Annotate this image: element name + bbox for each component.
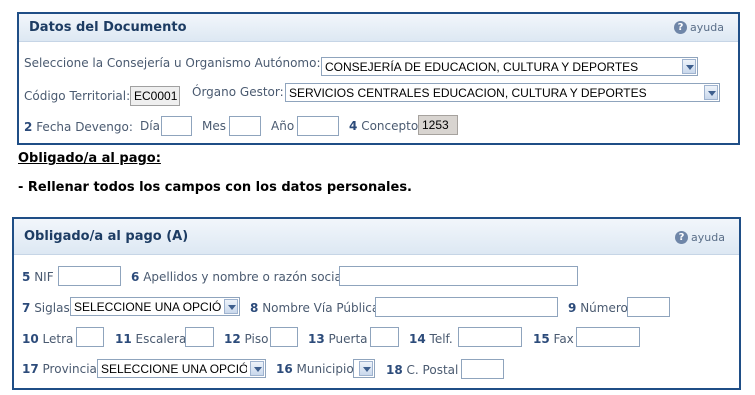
concepto-label: 4 Concepto bbox=[349, 119, 418, 133]
municipio-label: 16 Municipio bbox=[276, 362, 354, 376]
dia-input[interactable] bbox=[161, 116, 192, 136]
field-number: 9 bbox=[568, 301, 577, 315]
codigo-territorial-field[interactable]: EC0001 bbox=[130, 86, 180, 106]
field-number: 12 bbox=[224, 332, 241, 346]
piso-label: 12 Piso bbox=[224, 332, 268, 346]
field-label: Siglas bbox=[34, 301, 70, 315]
help-label: ayuda bbox=[691, 231, 725, 244]
field-label: Nombre Vía Pública bbox=[262, 301, 380, 315]
provincia-label: 17 Provincia bbox=[22, 362, 97, 376]
field-label: Concepto bbox=[361, 119, 419, 133]
consejeria-label: Seleccione la Consejería u Organismo Aut… bbox=[24, 56, 321, 70]
field-label: C. Postal bbox=[406, 363, 459, 377]
help-link[interactable]: ? ayuda bbox=[675, 231, 725, 244]
help-icon: ? bbox=[674, 21, 688, 34]
siglas-label: 7 Siglas bbox=[22, 301, 70, 315]
fecha-devengo-label: 2 Fecha Devengo: bbox=[24, 120, 133, 134]
panel-header: Obligado/a al pago (A) ? ayuda bbox=[14, 219, 739, 255]
anio-label: Año bbox=[271, 119, 295, 133]
municipio-select[interactable] bbox=[353, 359, 375, 378]
field-label: Apellidos y nombre o razón social bbox=[143, 270, 346, 284]
siglas-value: SELECCIONE UNA OPCIÓN bbox=[74, 300, 221, 314]
field-number: 18 bbox=[386, 363, 403, 377]
help-label: ayuda bbox=[690, 21, 724, 34]
apellidos-label: 6 Apellidos y nombre o razón social bbox=[131, 270, 345, 284]
provincia-value: SELECCIONE UNA OPCIÓN bbox=[101, 362, 247, 376]
field-number: 15 bbox=[533, 332, 550, 346]
field-label: Piso bbox=[244, 332, 269, 346]
field-label: Número bbox=[580, 301, 628, 315]
field-label: Fecha Devengo: bbox=[36, 120, 133, 134]
field-number: 5 bbox=[22, 270, 31, 284]
field-label: Provincia bbox=[42, 362, 97, 376]
field-number: 16 bbox=[276, 362, 293, 376]
field-number: 6 bbox=[131, 270, 140, 284]
anio-input[interactable] bbox=[297, 116, 339, 136]
field-label: Puerta bbox=[328, 332, 368, 346]
instruction-text: - Rellenar todos los campos con los dato… bbox=[18, 180, 412, 195]
panel-header: Datos del Documento ? ayuda bbox=[19, 14, 738, 42]
field-label: Telf. bbox=[429, 332, 453, 346]
field-number: 17 bbox=[22, 362, 39, 376]
consejeria-select[interactable]: CONSEJERÍA DE EDUCACION, CULTURA Y DEPOR… bbox=[321, 57, 698, 76]
field-label: Escalera bbox=[135, 332, 187, 346]
chevron-down-icon[interactable] bbox=[704, 85, 718, 100]
organo-select[interactable]: SERVICIOS CENTRALES EDUCACION, CULTURA Y… bbox=[285, 83, 720, 102]
help-icon: ? bbox=[675, 231, 689, 244]
field-label: Municipio bbox=[296, 362, 354, 376]
organo-label: Órgano Gestor: bbox=[192, 85, 284, 99]
chevron-down-icon[interactable] bbox=[682, 59, 696, 74]
field-label: Fax bbox=[553, 332, 574, 346]
escalera-input[interactable] bbox=[185, 327, 214, 347]
puerta-input[interactable] bbox=[370, 327, 399, 347]
mes-input[interactable] bbox=[229, 116, 261, 136]
field-number: 8 bbox=[250, 301, 259, 315]
chevron-down-icon[interactable] bbox=[250, 361, 264, 376]
piso-input[interactable] bbox=[270, 327, 298, 347]
codigo-label: Código Territorial: bbox=[24, 89, 131, 103]
chevron-down-icon[interactable] bbox=[359, 361, 373, 376]
letra-input[interactable] bbox=[76, 327, 104, 347]
field-number: 2 bbox=[24, 120, 33, 134]
field-number: 4 bbox=[349, 119, 358, 133]
mes-label: Mes bbox=[202, 119, 226, 133]
consejeria-value: CONSEJERÍA DE EDUCACION, CULTURA Y DEPOR… bbox=[325, 60, 639, 74]
field-number: 13 bbox=[308, 332, 325, 346]
siglas-select[interactable]: SELECCIONE UNA OPCIÓN bbox=[70, 297, 240, 316]
organo-value: SERVICIOS CENTRALES EDUCACION, CULTURA Y… bbox=[289, 86, 647, 100]
field-number: 10 bbox=[22, 332, 39, 346]
letra-label: 10 Letra bbox=[22, 332, 73, 346]
help-link[interactable]: ? ayuda bbox=[674, 21, 724, 34]
puerta-label: 13 Puerta bbox=[308, 332, 368, 346]
field-number: 14 bbox=[409, 332, 426, 346]
via-input[interactable] bbox=[375, 297, 558, 317]
nif-label: 5 NIF bbox=[22, 270, 54, 284]
telf-label: 14 Telf. bbox=[409, 332, 453, 346]
obligado-heading: Obligado/a al pago: bbox=[18, 151, 161, 166]
nif-input[interactable] bbox=[58, 266, 121, 286]
postal-label: 18 C. Postal bbox=[386, 363, 458, 377]
apellidos-input[interactable] bbox=[339, 266, 578, 286]
numero-input[interactable] bbox=[627, 297, 670, 317]
panel-title: Obligado/a al pago (A) bbox=[24, 229, 189, 244]
dia-label: Día bbox=[140, 119, 160, 133]
field-number: 11 bbox=[115, 332, 132, 346]
panel-title: Datos del Documento bbox=[29, 20, 187, 35]
postal-input[interactable] bbox=[461, 359, 504, 379]
concepto-field: 1253 bbox=[418, 115, 458, 135]
fax-input[interactable] bbox=[576, 327, 640, 347]
via-label: 8 Nombre Vía Pública bbox=[250, 301, 379, 315]
field-label: Letra bbox=[42, 332, 74, 346]
field-number: 7 bbox=[22, 301, 31, 315]
escalera-label: 11 Escalera bbox=[115, 332, 186, 346]
numero-label: 9 Número bbox=[568, 301, 628, 315]
fax-label: 15 Fax bbox=[533, 332, 574, 346]
field-label: NIF bbox=[34, 270, 54, 284]
telf-input[interactable] bbox=[458, 327, 522, 347]
chevron-down-icon[interactable] bbox=[224, 299, 238, 314]
provincia-select[interactable]: SELECCIONE UNA OPCIÓN bbox=[97, 359, 266, 378]
